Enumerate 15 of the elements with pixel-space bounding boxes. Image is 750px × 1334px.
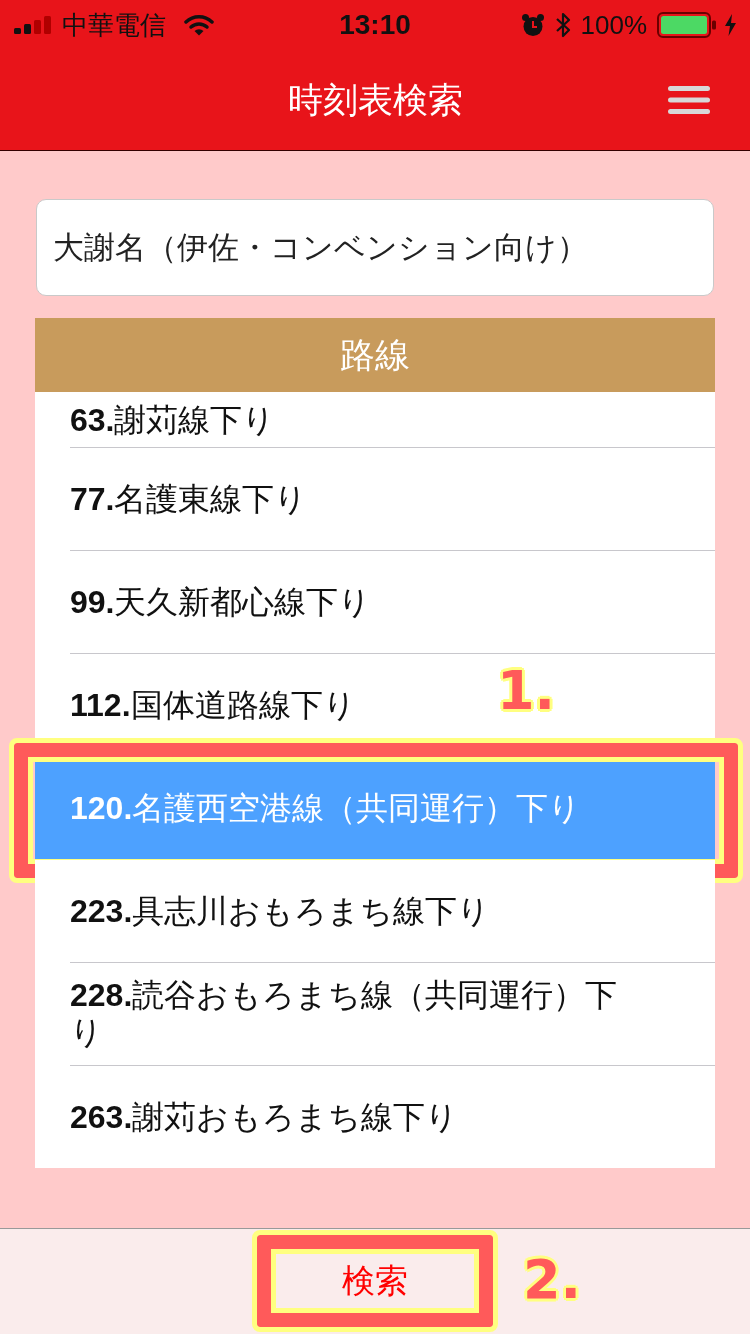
clock-time: 13:10: [339, 9, 411, 41]
wifi-icon: [184, 14, 214, 36]
carrier-name: 中華電信: [62, 8, 166, 42]
charging-bolt-icon: [725, 14, 736, 36]
battery-icon: [657, 12, 717, 38]
alarm-clock-icon: [520, 13, 545, 37]
step-number: 2.: [523, 1250, 582, 1310]
bluetooth-icon: [554, 12, 571, 38]
page-title: 時刻表検索: [287, 78, 463, 121]
step-number: 1.: [497, 661, 556, 721]
battery-percent: 100%: [580, 9, 647, 41]
menu-icon[interactable]: [668, 85, 710, 115]
signal-icon: [14, 16, 52, 34]
stop-input-field[interactable]: 大謝名（伊佐・コンベンション向け）: [36, 199, 714, 296]
route-heading: 路線: [35, 318, 715, 392]
